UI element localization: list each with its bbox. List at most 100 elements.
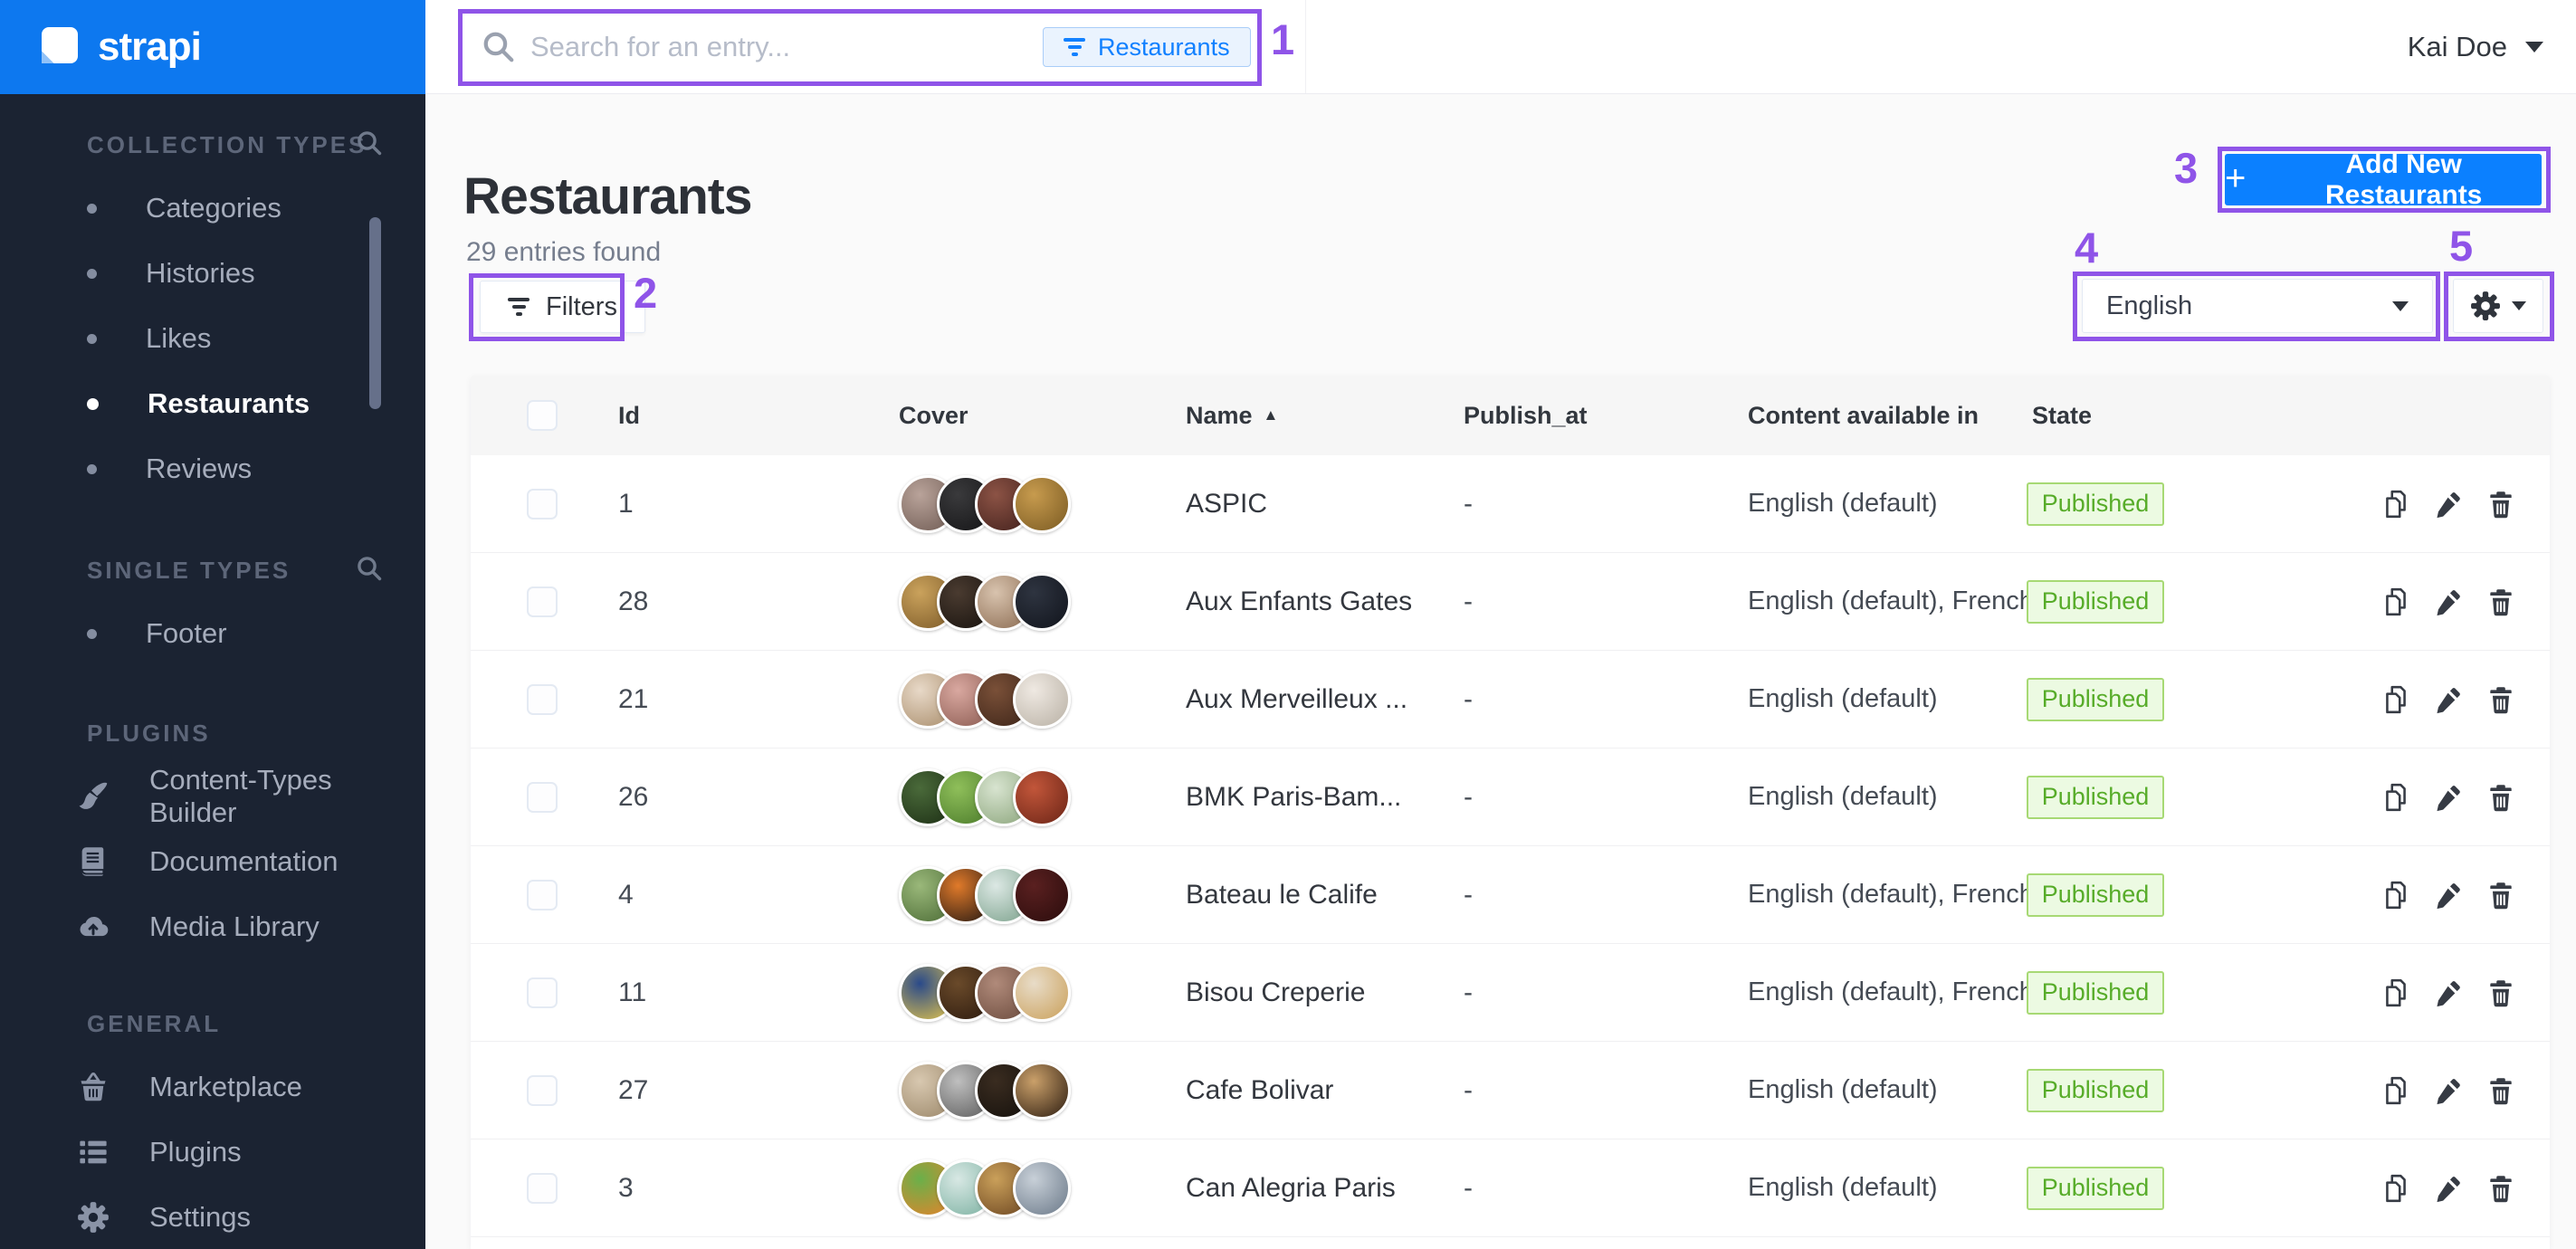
delete-icon[interactable] — [2485, 489, 2516, 520]
cell-name: Aux Enfants Gates — [1186, 553, 1412, 650]
table-settings-button[interactable] — [2453, 279, 2543, 333]
delete-icon[interactable] — [2485, 1173, 2516, 1204]
sidebar-item-icon — [77, 1071, 110, 1103]
chevron-down-icon — [2525, 42, 2543, 52]
duplicate-icon[interactable] — [2380, 782, 2411, 813]
column-header-content-available-in[interactable]: Content available in — [1748, 376, 1979, 455]
table-row[interactable]: 3 Can Alegria Paris - English (default) … — [471, 1139, 2550, 1237]
sidebar-item[interactable]: Likes — [0, 306, 425, 371]
sidebar-item[interactable]: Content-Types Builder — [0, 764, 425, 829]
sidebar-item[interactable]: Restaurants — [0, 371, 425, 436]
cover-thumbnails — [899, 573, 1071, 631]
column-header-cover[interactable]: Cover — [899, 376, 968, 455]
entries-table: Id Cover Name ▲ Publish_at Content avail… — [471, 376, 2550, 1249]
column-header-id[interactable]: Id — [618, 376, 640, 455]
cell-name: BMK Paris-Bam... — [1186, 748, 1401, 845]
row-checkbox[interactable] — [527, 880, 558, 911]
duplicate-icon[interactable] — [2380, 684, 2411, 715]
edit-icon[interactable] — [2433, 684, 2464, 715]
section-plugins: PLUGINS Content-Types Builder Documentat… — [0, 717, 425, 959]
sidebar-item[interactable]: Histories — [0, 241, 425, 306]
delete-icon[interactable] — [2485, 977, 2516, 1008]
search-filter-chip[interactable]: Restaurants — [1043, 27, 1251, 67]
duplicate-icon[interactable] — [2380, 1075, 2411, 1106]
sidebar-item[interactable]: Categories — [0, 176, 425, 241]
table-row[interactable]: 4 Bateau le Calife - English (default), … — [471, 846, 2550, 944]
row-checkbox[interactable] — [527, 586, 558, 617]
sidebar-item-label: Categories — [146, 192, 281, 224]
table-row[interactable]: 27 Cafe Bolivar - English (default) Publ… — [471, 1042, 2550, 1139]
sidebar-item[interactable]: Settings — [0, 1185, 425, 1249]
sidebar-item[interactable]: Documentation — [0, 829, 425, 894]
edit-icon[interactable] — [2433, 782, 2464, 813]
duplicate-icon[interactable] — [2380, 977, 2411, 1008]
gear-icon — [2470, 291, 2501, 321]
edit-icon[interactable] — [2433, 880, 2464, 911]
logo-block[interactable]: strapi — [0, 0, 425, 94]
filters-button-label: Filters — [546, 292, 617, 322]
duplicate-icon[interactable] — [2380, 880, 2411, 911]
search-input[interactable] — [530, 22, 1019, 72]
cover-photo — [1013, 866, 1071, 924]
edit-icon[interactable] — [2433, 1075, 2464, 1106]
cover-thumbnails — [899, 671, 1071, 729]
edit-icon[interactable] — [2433, 1173, 2464, 1204]
row-checkbox[interactable] — [527, 489, 558, 520]
row-checkbox[interactable] — [527, 1173, 558, 1204]
column-header-name[interactable]: Name ▲ — [1186, 376, 1278, 455]
cover-photo — [1013, 1159, 1071, 1217]
column-header-publish-at[interactable]: Publish_at — [1464, 376, 1588, 455]
table-row[interactable]: 1 ASPIC - English (default) Published — [471, 455, 2550, 553]
locale-select[interactable]: English — [2082, 279, 2433, 333]
filters-button[interactable]: Filters — [480, 281, 645, 333]
search-icon[interactable] — [355, 129, 384, 157]
duplicate-icon[interactable] — [2380, 586, 2411, 617]
sidebar-item[interactable]: Marketplace — [0, 1054, 425, 1120]
delete-icon[interactable] — [2485, 782, 2516, 813]
strapi-logo-icon — [36, 25, 80, 69]
user-menu[interactable]: Kai Doe — [2408, 0, 2543, 93]
table-row[interactable]: 11 Bisou Creperie - English (default), F… — [471, 944, 2550, 1042]
row-checkbox[interactable] — [527, 684, 558, 715]
sidebar-item[interactable]: Plugins — [0, 1120, 425, 1185]
table-row[interactable]: 26 BMK Paris-Bam... - English (default) … — [471, 748, 2550, 846]
sidebar-item[interactable]: Reviews — [0, 436, 425, 501]
select-all-checkbox[interactable] — [527, 400, 558, 431]
table-header: Id Cover Name ▲ Publish_at Content avail… — [471, 376, 2550, 455]
sidebar-item[interactable]: Footer — [0, 601, 425, 666]
cell-id: 1 — [618, 455, 634, 552]
sidebar-item-label: Histories — [146, 257, 255, 290]
delete-icon[interactable] — [2485, 1075, 2516, 1106]
status-badge: Published — [2027, 1069, 2164, 1112]
cover-thumbnails — [899, 1062, 1071, 1120]
section-collection-types: COLLECTION TYPES Categories Histories — [0, 129, 425, 501]
sidebar-item-icon — [77, 845, 110, 878]
column-header-state[interactable]: State — [2032, 376, 2092, 455]
cell-id: 27 — [618, 1042, 648, 1139]
cell-content-available-in: English (default), French — [1748, 553, 2034, 650]
row-checkbox[interactable] — [527, 1075, 558, 1106]
edit-icon[interactable] — [2433, 586, 2464, 617]
table-row[interactable]: 28 Aux Enfants Gates - English (default)… — [471, 553, 2550, 651]
sidebar-scrollbar[interactable] — [369, 217, 381, 409]
sidebar-item[interactable]: Media Library — [0, 894, 425, 959]
search-icon[interactable] — [355, 554, 384, 583]
delete-icon[interactable] — [2485, 880, 2516, 911]
edit-icon[interactable] — [2433, 489, 2464, 520]
sidebar-item-icon — [77, 1201, 110, 1234]
duplicate-icon[interactable] — [2380, 489, 2411, 520]
bullet-icon — [87, 204, 97, 214]
row-checkbox[interactable] — [527, 782, 558, 813]
cell-publish-at: - — [1464, 1139, 1473, 1236]
cell-publish-at: - — [1464, 846, 1473, 943]
table-row[interactable]: 21 Aux Merveilleux ... - English (defaul… — [471, 651, 2550, 748]
edit-icon[interactable] — [2433, 977, 2464, 1008]
delete-icon[interactable] — [2485, 684, 2516, 715]
delete-icon[interactable] — [2485, 586, 2516, 617]
duplicate-icon[interactable] — [2380, 1173, 2411, 1204]
row-checkbox[interactable] — [527, 977, 558, 1008]
add-new-restaurants-button[interactable]: + Add New Restaurants — [2225, 154, 2542, 205]
plugins-header: PLUGINS — [87, 720, 211, 747]
cell-content-available-in: English (default) — [1748, 1139, 1938, 1236]
cell-name: Aux Merveilleux ... — [1186, 651, 1407, 748]
